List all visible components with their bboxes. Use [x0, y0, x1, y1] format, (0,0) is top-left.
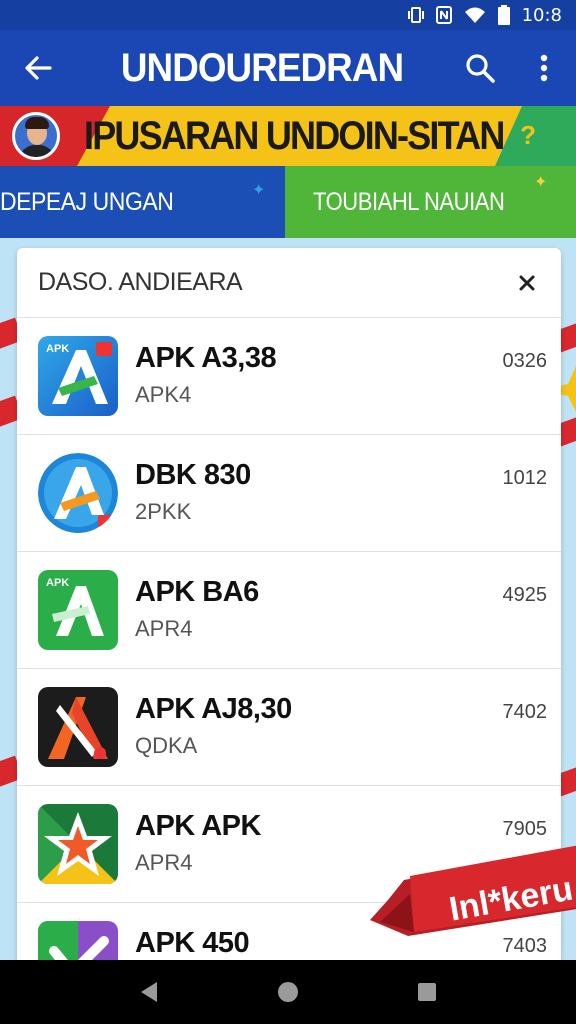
item-value: 4925	[502, 584, 548, 606]
item-value: 7905	[502, 818, 548, 840]
card-header: DASO. ANDIEARA	[17, 248, 561, 318]
item-name: DBK 830	[135, 459, 251, 491]
list-item[interactable]: APK APK A3,38 APK4 0326	[17, 318, 561, 435]
item-value: 0326	[502, 350, 548, 372]
tab-label: DEPEAJ UNGAN	[0, 187, 174, 216]
wifi-icon	[464, 6, 486, 24]
apk-star-icon	[38, 804, 118, 884]
item-subtitle: 2PKK	[135, 499, 192, 524]
apk-green-a-icon: APK	[38, 570, 118, 650]
triangle-back-icon	[141, 982, 158, 1002]
search-icon	[466, 54, 495, 83]
avatar	[12, 112, 60, 160]
nav-back-button[interactable]	[119, 962, 179, 1022]
item-name: APK APK	[135, 810, 261, 842]
banner-text: IPUSARAN UNDOIN-SITAN	[84, 114, 505, 158]
apk-orange-a-icon	[38, 687, 118, 767]
item-name: APK BA6	[135, 576, 259, 608]
system-nav-bar	[0, 960, 576, 1024]
item-subtitle: APR4	[135, 850, 193, 875]
install-ribbon[interactable]: Inl*keru	[370, 840, 576, 936]
back-button[interactable]	[0, 30, 76, 106]
item-value: 7402	[502, 701, 548, 723]
square-recents-icon	[417, 983, 436, 1001]
tab-toubiahl-nauian[interactable]: TOUBIAHL NAUIAN	[285, 166, 576, 238]
tab-bar: DEPEAJ UNGAN TOUBIAHL NAUIAN	[0, 166, 576, 238]
close-button[interactable]	[513, 269, 541, 297]
apk-blue-a-icon: APK	[38, 336, 118, 416]
item-subtitle: APR4	[135, 616, 193, 641]
app-title: UNDOUREDRAN	[120, 45, 404, 90]
item-name: APK A3,38	[135, 342, 277, 374]
item-name: APK AJ8,30	[135, 693, 292, 725]
sparkle-icon: ✦	[252, 182, 266, 199]
question-badge: ?	[520, 120, 536, 150]
status-time: 10:8	[521, 4, 562, 26]
tab-depeaj-ungan[interactable]: DEPEAJ UNGAN	[0, 166, 285, 238]
item-value: 7403	[502, 935, 548, 957]
promo-banner[interactable]: IPUSARAN UNDOIN-SITAN ?	[0, 106, 576, 166]
item-name: APK 450	[135, 927, 250, 959]
nfc-icon	[435, 6, 452, 24]
apk-circle-a-icon	[38, 453, 118, 533]
card-title: DASO. ANDIEARA	[38, 268, 243, 296]
nav-recents-button[interactable]	[397, 962, 457, 1022]
icon-badge: APK	[46, 577, 69, 589]
item-subtitle: QDKA	[135, 733, 198, 758]
sparkle-icon: ✦	[534, 174, 548, 191]
list-item[interactable]: APK AJ8,30 QDKA 7402	[17, 669, 561, 786]
vibrate-icon	[407, 6, 424, 24]
list-item[interactable]: DBK 830 2PKK 1012	[17, 435, 561, 552]
tab-label: TOUBIAHL NAUIAN	[313, 187, 505, 216]
list-item[interactable]: APK APK BA6 APR4 4925	[17, 552, 561, 669]
more-vert-icon	[540, 54, 548, 82]
app-bar: UNDOUREDRAN	[0, 30, 576, 106]
battery-icon	[497, 5, 510, 25]
item-subtitle: APK4	[135, 382, 192, 407]
nav-home-button[interactable]	[258, 962, 318, 1022]
apk-check-icon	[38, 921, 118, 960]
close-icon	[519, 275, 535, 290]
more-options-button[interactable]	[512, 30, 576, 106]
status-bar: 10:8	[0, 0, 576, 30]
circle-home-icon	[277, 982, 298, 1002]
item-value: 1012	[502, 467, 548, 489]
search-button[interactable]	[448, 30, 512, 106]
arrow-back-icon	[25, 56, 52, 80]
icon-badge: APK	[46, 343, 69, 355]
